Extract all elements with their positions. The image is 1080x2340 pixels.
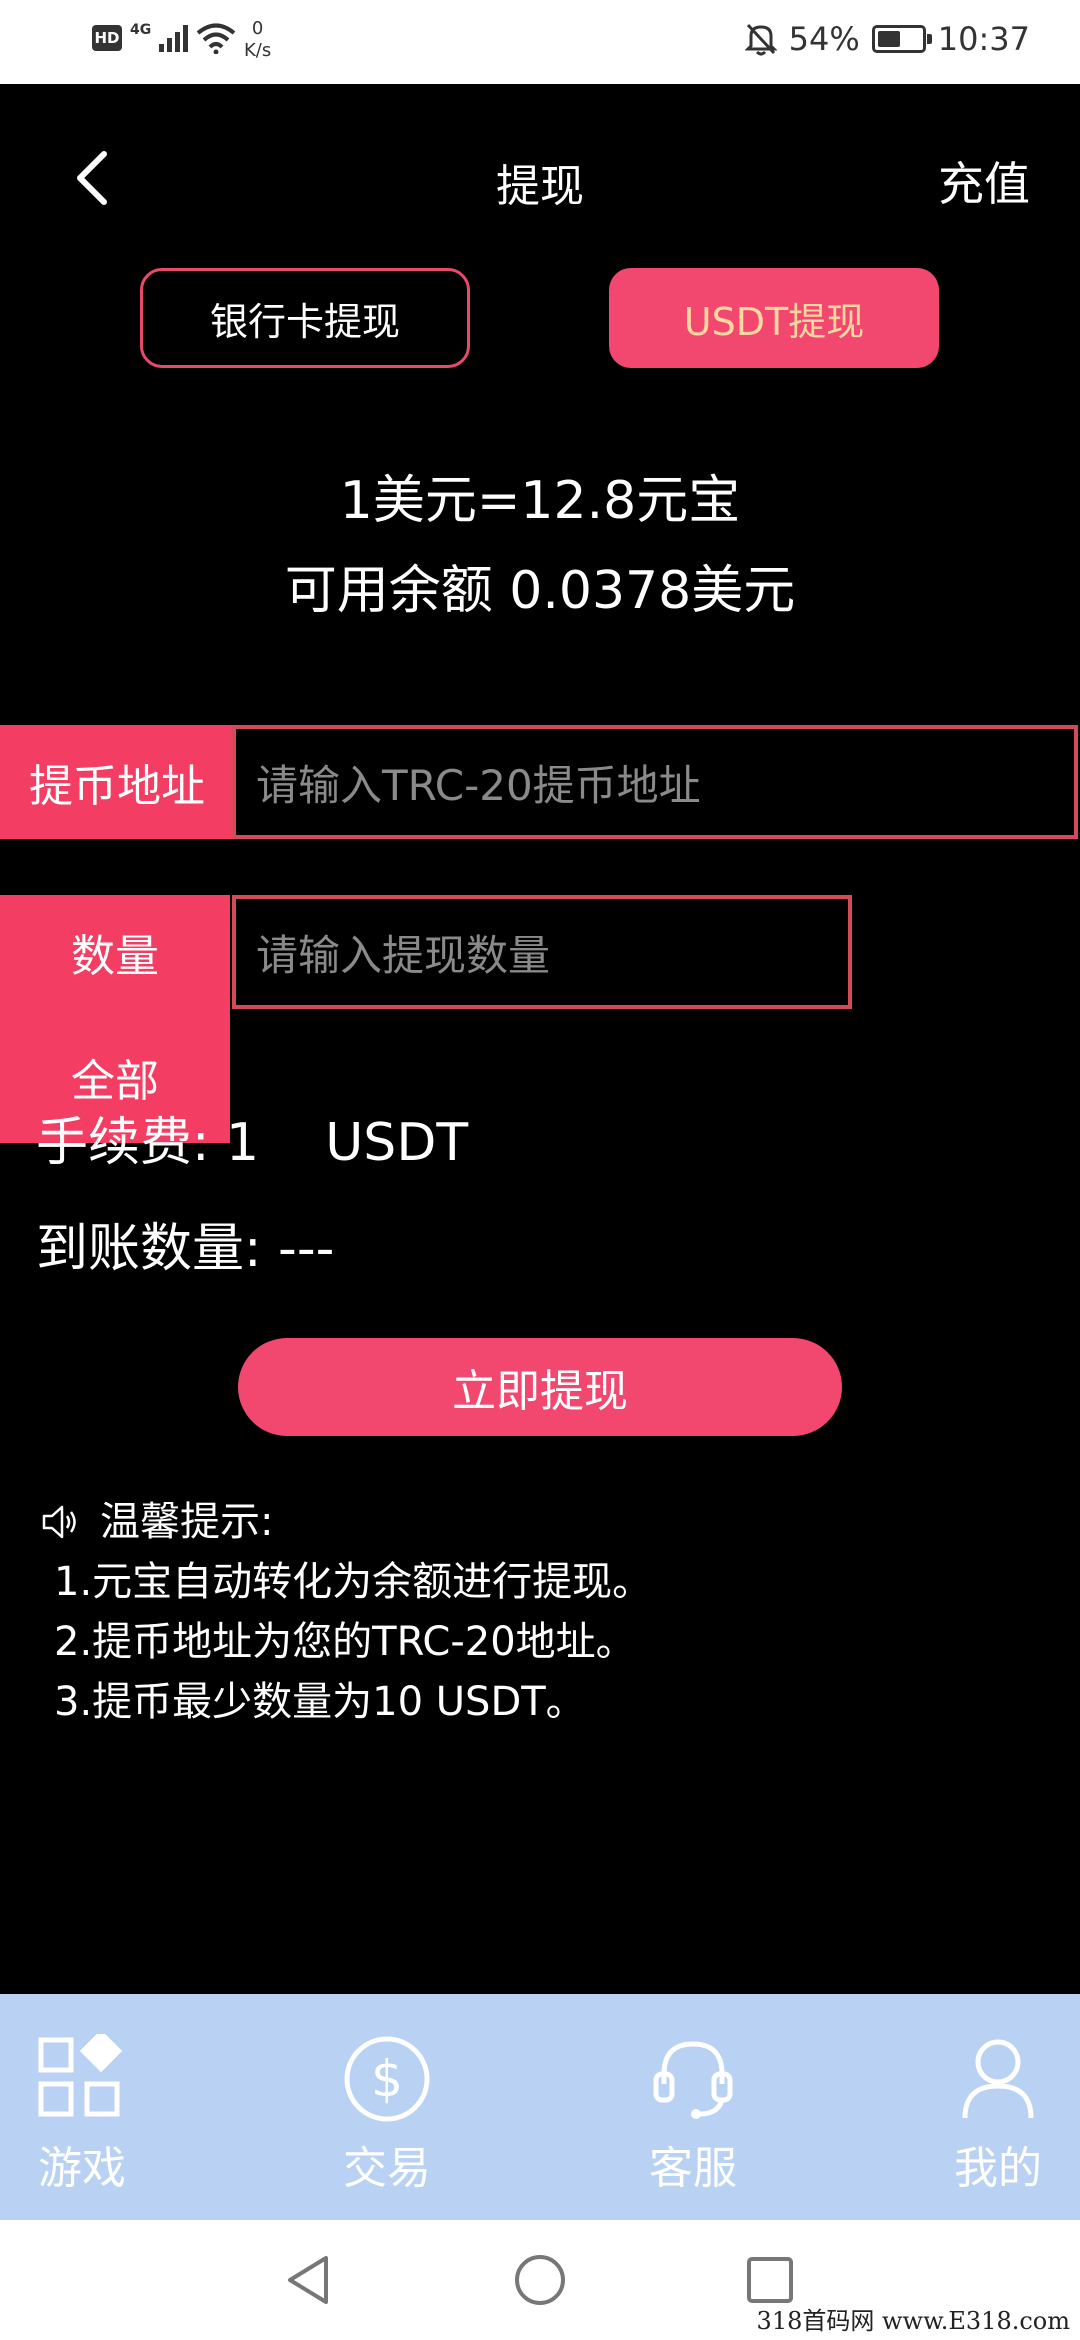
watermark: 318首码网 www.E318.com <box>756 2307 1070 2335</box>
speed-value: 0 <box>251 18 264 39</box>
nav-item-trade[interactable]: $ 交易 <box>307 2034 467 2196</box>
nav-item-mine[interactable]: 我的 <box>918 2034 1078 2196</box>
nav-label: 客服 <box>649 2143 737 2194</box>
nav-label: 我的 <box>954 2143 1042 2194</box>
exchange-rate: 1美元=12.8元宝 <box>339 471 741 531</box>
quantity-label: 数量 <box>0 895 230 1009</box>
page-title: 提现 <box>496 161 584 212</box>
battery-percent: 54% <box>788 20 860 58</box>
battery-icon <box>871 25 932 53</box>
quantity-placeholder: 请输入提现数量 <box>256 930 551 980</box>
network-speed: 0 K/s <box>244 18 271 62</box>
headset-icon <box>653 2041 733 2119</box>
tab-usdt-withdraw[interactable]: USDT提现 <box>609 268 939 368</box>
status-left: HD 4G <box>92 22 236 54</box>
address-label: 提币地址 <box>0 725 234 839</box>
arrival-amount: 到账数量: --- <box>36 1219 335 1279</box>
status-bar: HD 4G 0 K/s 54% 10:37 <box>0 0 1080 84</box>
svg-text:$: $ <box>371 2050 403 2108</box>
available-balance: 可用余额 0.0378美元 <box>284 561 796 621</box>
tips-section: 温馨提示: 1.元宝自动转化为余额进行提现。 2.提币地址为您的TRC-20地址… <box>40 1492 652 1732</box>
clock: 10:37 <box>937 20 1030 58</box>
fee-text: 手续费: 1 USDT <box>36 1113 469 1173</box>
bell-off-icon <box>744 23 777 56</box>
system-nav-bar: 318首码网 www.E318.com <box>0 2220 1080 2340</box>
nav-label: 游戏 <box>38 2143 126 2194</box>
address-input[interactable]: 请输入TRC-20提币地址 <box>232 725 1078 839</box>
address-placeholder: 请输入TRC-20提币地址 <box>256 760 701 810</box>
network-type: 4G <box>130 22 152 38</box>
tips-title: 温馨提示: <box>100 1499 274 1545</box>
nav-item-games[interactable]: 游戏 <box>2 2034 162 2196</box>
signal-icon <box>159 24 189 52</box>
status-right: 54% 10:37 <box>744 20 1030 58</box>
tips-header: 温馨提示: <box>40 1492 652 1552</box>
system-back-icon[interactable] <box>280 2250 340 2310</box>
tip-line: 2.提币地址为您的TRC-20地址。 <box>54 1619 636 1665</box>
battery-fill <box>877 31 901 47</box>
bottom-nav: 游戏 $ 交易 客服 我的 <box>0 1994 1080 2220</box>
person-icon <box>962 2039 1034 2119</box>
speaker-icon <box>42 1505 76 1539</box>
tab-bank-card-withdraw[interactable]: 银行卡提现 <box>140 268 470 368</box>
hd-badge: HD <box>92 25 122 51</box>
nav-item-customer-service[interactable]: 客服 <box>613 2034 773 2196</box>
quantity-input[interactable]: 请输入提现数量 <box>232 895 852 1009</box>
dollar-coin-icon: $ <box>344 2036 430 2122</box>
grid-icon <box>38 2034 123 2117</box>
recharge-link[interactable]: 充值 <box>938 148 1030 214</box>
withdraw-now-button[interactable]: 立即提现 <box>238 1338 842 1436</box>
system-home-icon[interactable] <box>510 2250 570 2310</box>
speed-unit: K/s <box>244 40 272 61</box>
wifi-icon <box>196 23 236 54</box>
nav-label: 交易 <box>343 2143 431 2194</box>
tip-line: 1.元宝自动转化为余额进行提现。 <box>54 1559 653 1605</box>
tip-line: 3.提币最少数量为10 USDT。 <box>54 1679 586 1725</box>
